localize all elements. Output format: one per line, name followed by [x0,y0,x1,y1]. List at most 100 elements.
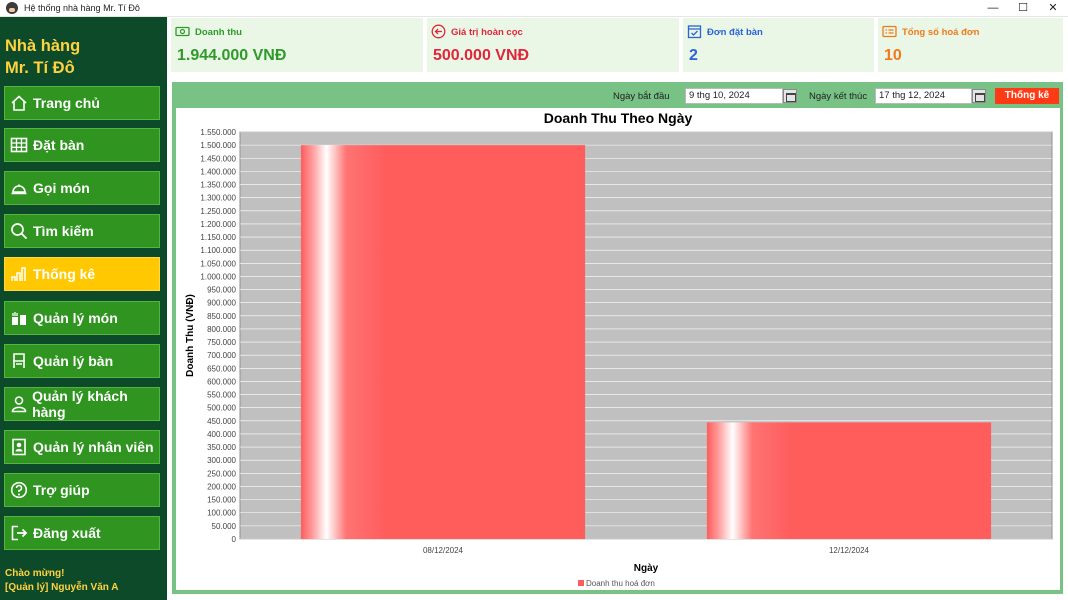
sidebar-item-label: Quản lý khách hàng [32,388,128,420]
y-tick-label: 550.000 [207,391,236,400]
statistics-submit-button[interactable]: Thống kê [995,88,1059,104]
legend-label: Doanh thu hoá đơn [586,579,655,588]
money-icon [175,24,190,39]
sidebar-item-manage-staff[interactable]: Quản lý nhân viên [4,430,160,464]
y-tick-label: 250.000 [207,469,236,478]
y-tick-label: 750.000 [207,338,236,347]
current-user-label: [Quản lý] Nguyễn Văn A [5,582,119,593]
stat-label: Giá trị hoàn cọc [451,27,523,38]
sidebar-item-booking[interactable]: Đặt bàn [4,128,160,162]
sidebar-item-label: Quản lý nhân viên [33,439,154,455]
y-tick-label: 0 [232,535,237,544]
greeting-text: Chào mừng! [5,568,65,579]
end-date-input[interactable]: 17 thg 12, 2024 [875,88,972,104]
sidebar-item-label: Thống kê [33,266,96,282]
bar-chart-icon [9,265,29,283]
y-tick-label: 1.300.000 [200,194,236,203]
sidebar-item-label: Tìm kiếm [33,223,94,239]
y-tick-label: 1.450.000 [200,154,236,163]
y-tick-label: 1.000.000 [200,272,236,281]
sidebar-item-statistics[interactable]: Thống kê [4,257,160,291]
stat-card-bookings: Đơn đặt bàn 2 [683,18,874,72]
bar [706,422,992,539]
sidebar-item-label: Gọi món [33,180,90,196]
refund-icon [431,24,446,39]
home-icon [9,94,29,112]
sidebar: Nhà hàng Mr. Tí Đô Trang chủ Đặt bàn Gọi… [0,17,167,600]
sidebar-item-manage-tables[interactable]: Quản lý bàn [4,344,160,378]
stat-value: 1.944.000 VNĐ [177,47,287,64]
y-tick-label: 1.400.000 [200,167,236,176]
brand-line-1: Nhà hàng [5,37,81,55]
y-tick-label: 800.000 [207,325,236,334]
sidebar-item-manage-customers[interactable]: Quản lý khách hàng [4,387,160,421]
x-tick-label: 08/12/2024 [423,546,464,555]
y-tick-label: 50.000 [212,522,237,531]
chair-icon [9,352,29,370]
start-date-input[interactable]: 9 thg 10, 2024 [685,88,783,104]
y-tick-label: 700.000 [207,351,236,360]
y-tick-label: 100.000 [207,509,236,518]
y-axis-label: Doanh Thu (VNĐ) [185,294,196,377]
y-tick-label: 950.000 [207,286,236,295]
end-date-calendar-icon[interactable] [972,89,986,103]
y-tick-label: 450.000 [207,417,236,426]
y-tick-label: 350.000 [207,443,236,452]
maximize-button[interactable]: ☐ [1008,0,1038,17]
minimize-button[interactable]: — [978,0,1008,17]
window-title: Hệ thống nhà hàng Mr. Tí Đô [24,3,140,13]
sidebar-item-manage-dishes[interactable]: Quản lý món [4,301,160,335]
booking-icon [687,24,702,39]
end-date-label: Ngày kết thúc [809,91,868,102]
sidebar-item-help[interactable]: Trợ giúp [4,473,160,507]
sidebar-item-label: Trợ giúp [33,482,90,498]
app-logo-icon [6,2,18,14]
revenue-bar-chart: 0 50.000 100.000 150.000 200.000 250.000 300.0… [185,128,1053,588]
x-tick-label: 12/12/2024 [829,546,870,555]
y-tick-label: 400.000 [207,430,236,439]
start-date-label: Ngày bắt đầu [613,91,670,102]
sidebar-item-label: Trang chủ [33,95,100,111]
logout-icon [9,524,29,542]
y-tick-label: 600.000 [207,377,236,386]
sidebar-item-home[interactable]: Trang chủ [4,86,160,120]
legend-swatch [578,580,584,586]
y-tick-label: 1.150.000 [200,233,236,242]
x-axis-ticks: 08/12/2024 12/12/2024 [423,546,870,555]
sidebar-item-label: Đăng xuất [33,525,101,541]
y-tick-label: 150.000 [207,496,236,505]
close-button[interactable]: ✕ [1038,0,1068,17]
stat-card-refund: Giá trị hoàn cọc 500.000 VNĐ [427,18,679,72]
start-date-calendar-icon[interactable] [783,89,797,103]
window-titlebar: Hệ thống nhà hàng Mr. Tí Đô — ☐ ✕ [0,0,1068,17]
sidebar-item-search[interactable]: Tìm kiếm [4,214,160,248]
user-icon [9,395,28,413]
y-tick-label: 1.250.000 [200,207,236,216]
stat-card-invoices: Tổng số hoá đơn 10 [878,18,1063,72]
search-icon [9,222,29,240]
bar [300,145,586,539]
y-tick-label: 1.200.000 [200,220,236,229]
stat-label: Doanh thu [195,27,242,38]
y-tick-label: 1.050.000 [200,259,236,268]
y-tick-label: 1.500.000 [200,141,236,150]
sidebar-item-logout[interactable]: Đăng xuất [4,516,160,550]
x-axis-label: Ngày [634,563,659,574]
invoice-icon [882,24,897,39]
y-tick-label: 650.000 [207,364,236,373]
sidebar-item-label: Đặt bàn [33,137,85,153]
brand-line-2: Mr. Tí Đô [5,59,75,77]
stat-label: Tổng số hoá đơn [902,27,980,38]
y-tick-label: 1.100.000 [200,246,236,255]
y-tick-label: 300.000 [207,456,236,465]
stat-card-revenue: Doanh thu 1.944.000 VNĐ [171,18,423,72]
sidebar-item-order[interactable]: Gọi món [4,171,160,205]
y-tick-label: 1.550.000 [200,128,236,137]
y-axis-ticks: 0 50.000 100.000 150.000 200.000 250.000 300.0… [200,128,236,544]
id-badge-icon [9,438,29,456]
y-tick-label: 850.000 [207,312,236,321]
stat-value: 10 [884,47,902,64]
y-tick-label: 1.350.000 [200,181,236,190]
stat-label: Đơn đặt bàn [707,27,763,38]
sidebar-item-label: Quản lý bàn [33,353,114,369]
